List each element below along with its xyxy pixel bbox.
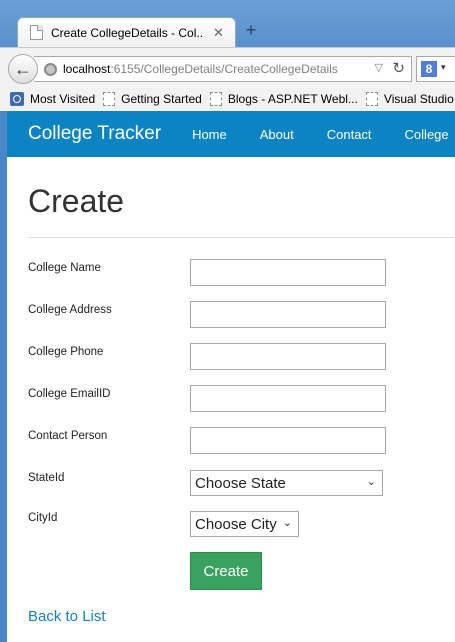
back-to-list-link[interactable]: Back to List: [28, 608, 106, 625]
google-icon: 8: [421, 61, 437, 77]
browser-toolbar: localhost:6155/CollegeDetails/CreateColl…: [0, 47, 455, 87]
college-name-label: College Name: [28, 262, 101, 274]
create-button[interactable]: Create: [190, 552, 262, 590]
college-email-label: College EmailID: [28, 388, 111, 400]
browser-titlebar: Create CollegeDetails - Col... ✕ +: [0, 0, 455, 47]
page-icon: [103, 92, 116, 106]
brand-link[interactable]: College Tracker: [7, 123, 161, 145]
url-text: localhost:6155/CollegeDetails/CreateColl…: [63, 62, 338, 76]
nav-about[interactable]: About: [260, 127, 294, 142]
nav-college[interactable]: College: [405, 127, 449, 142]
tab-title: Create CollegeDetails - Col...: [51, 25, 203, 40]
globe-icon: [44, 62, 57, 76]
city-label: CityId: [28, 512, 58, 524]
college-address-input[interactable]: [190, 301, 386, 328]
college-phone-label: College Phone: [28, 346, 104, 358]
bookmark-most-visited[interactable]: Most Visited: [10, 92, 95, 106]
college-phone-input[interactable]: [190, 343, 386, 370]
chevron-down-icon: ⌄: [282, 517, 292, 529]
college-address-label: College Address: [28, 304, 112, 316]
state-select[interactable]: Choose State ⌄: [190, 470, 383, 496]
bookmark-blogs[interactable]: Blogs - ASP.NET Webl...: [209, 92, 358, 106]
browser-tab[interactable]: Create CollegeDetails - Col... ✕: [17, 17, 236, 47]
nav-contact[interactable]: Contact: [327, 127, 372, 142]
back-button[interactable]: ←: [8, 54, 38, 84]
college-email-input[interactable]: [190, 385, 386, 412]
divider: [28, 237, 455, 238]
address-bar[interactable]: localhost:6155/CollegeDetails/CreateColl…: [34, 56, 412, 82]
dropdown-arrow-icon[interactable]: ▽: [375, 61, 383, 74]
arrow-left-icon: ←: [14, 58, 32, 79]
nav-home[interactable]: Home: [192, 127, 227, 142]
chevron-down-icon: ⌄: [366, 476, 376, 488]
page-icon: [209, 92, 222, 106]
state-select-value: Choose State: [195, 474, 286, 492]
web-page: College Tracker Home About Contact Colle…: [7, 111, 455, 642]
site-navbar: College Tracker Home About Contact Colle…: [7, 111, 455, 157]
page-icon: [365, 92, 378, 106]
state-label: StateId: [28, 472, 65, 484]
search-icon: [10, 92, 24, 106]
close-icon[interactable]: ✕: [213, 25, 224, 41]
bookmark-getting-started[interactable]: Getting Started: [103, 92, 202, 106]
bookmarks-bar: Most Visited Getting Started Blogs - ASP…: [0, 87, 455, 111]
new-tab-button[interactable]: +: [242, 20, 260, 40]
reload-icon[interactable]: ↻: [392, 59, 405, 77]
bookmark-visual-studio[interactable]: Visual Studio: [365, 92, 454, 106]
city-select-value: Choose City: [195, 515, 277, 533]
city-select[interactable]: Choose City ⌄: [190, 511, 299, 537]
contact-person-label: Contact Person: [28, 430, 108, 442]
college-name-input[interactable]: [190, 259, 386, 286]
search-engine-box[interactable]: 8 ▾: [416, 56, 455, 82]
page-icon: [30, 25, 43, 40]
contact-person-input[interactable]: [190, 427, 386, 454]
chevron-down-icon[interactable]: ▾: [441, 62, 446, 73]
page-title: Create: [28, 183, 125, 219]
